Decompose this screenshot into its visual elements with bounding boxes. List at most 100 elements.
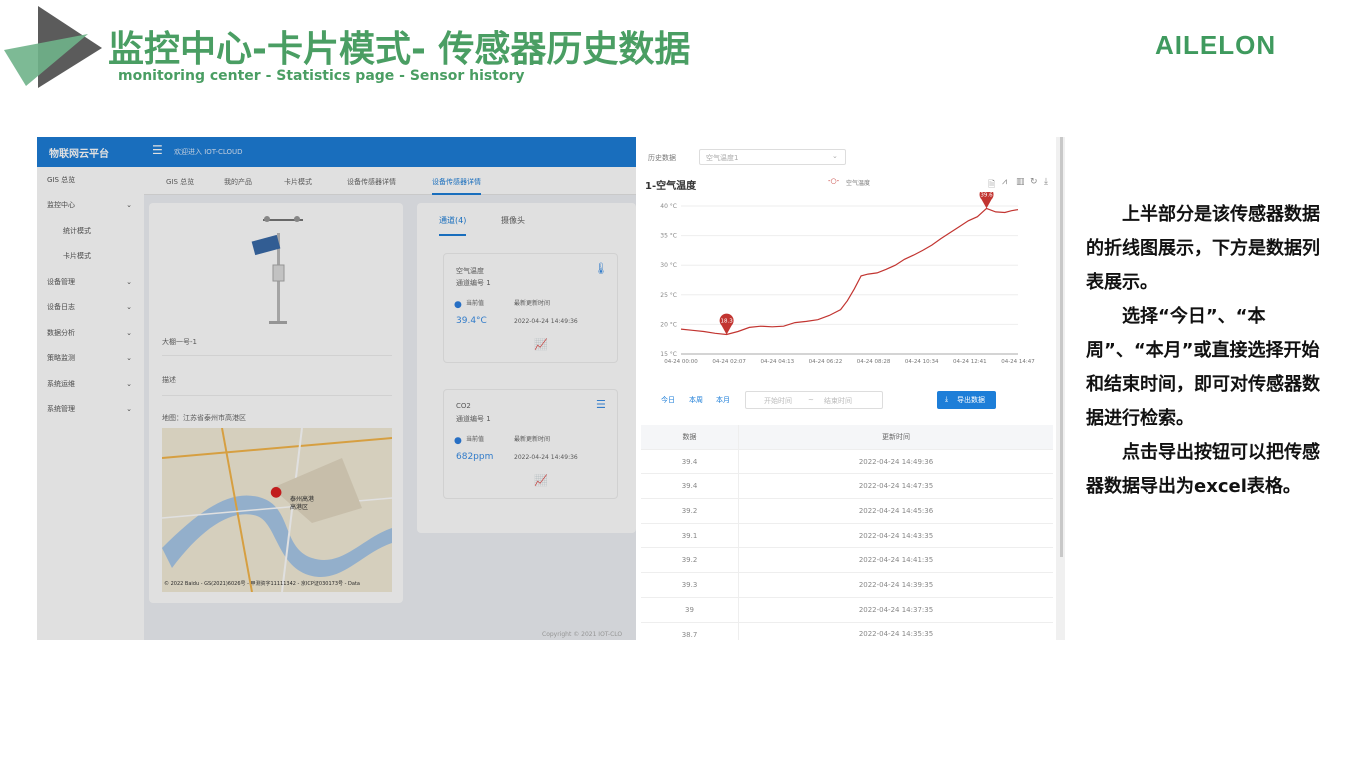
quick-today[interactable]: 今日 [661,395,675,405]
cell-value: 39.1 [641,523,739,548]
sensor-time: 2022-04-24 14:49:36 [514,318,578,325]
scrollbar[interactable] [1056,137,1065,640]
device-desc-label: 描述 [162,376,176,384]
slide-subtitle: monitoring center - Statistics page - Se… [118,68,525,84]
cell-time: 2022-04-24 14:35:35 [858,630,934,639]
x-tick-label: 04-24 00:00 [664,359,698,365]
description-paragraph-2: 选择“今日”、“本周”、“本月”或直接选择开始和结束时间，即可对传感器数据进行检… [1086,306,1320,429]
sidebar-item-ops[interactable]: 系统运维 ⌄ [37,371,144,397]
date-range-picker[interactable]: 开始时间 ~ 结束时间 [745,391,883,409]
cell-value: 39.3 [641,573,739,597]
tab-channels[interactable]: 通道(4) [439,215,467,236]
thermometer-icon: 🌡 [594,262,608,275]
start-time-input[interactable]: 开始时间 [764,396,792,406]
bar-switch-icon[interactable]: ▥ [1016,177,1025,187]
scrollbar-thumb[interactable] [1060,137,1063,557]
sidebar-item-card-mode[interactable]: 卡片模式 [37,244,144,270]
quick-week[interactable]: 本周 [689,395,703,405]
sidebar-item-monitor[interactable]: 监控中心 ⌄ [37,193,144,219]
table-row: 39.1 2022-04-24 14:43:35 [641,523,1053,549]
sidebar: GIS 总览 监控中心 ⌄ 统计模式 卡片模式 设备管理 ⌄ 设备日志 ⌄ 数据分析 ⌄… [37,167,144,640]
sensor-time: 2022-04-24 14:49:36 [514,454,578,461]
main-app-panel: 物联网云平台 ☰ 欢迎进入 IOT-CLOUD GIS 总览 监控中心 ⌄ 统计模… [37,137,636,640]
sensor-value: 39.4°C [456,316,487,326]
line-chart-icon[interactable]: 📈 [534,474,548,487]
app-logo[interactable]: 物联网云平台 [49,145,109,160]
sidebar-item-system[interactable]: 系统管理 ⌄ [37,397,144,423]
cell-time: 2022-04-24 14:39:35 [858,580,934,589]
table-row: 39.3 2022-04-24 14:39:35 [641,573,1053,598]
legend-marker-icon[interactable]: -○- [828,177,839,185]
history-select-label: 历史数据 [648,154,676,162]
map-shapes [162,428,392,592]
chevron-down-icon: ⌄ [832,152,838,160]
chevron-down-icon: ⌄ [126,277,132,286]
chevron-down-icon: ⌄ [126,201,132,210]
range-separator: ~ [808,396,814,404]
min-marker-label: 18.3 [720,318,733,324]
quick-month[interactable]: 本月 [716,395,730,405]
tab-sensor-detail-2[interactable]: 设备传感器详情 [432,177,481,195]
copyright-text: Copyright © 2021 IOT-CLO [542,631,623,638]
cell-value: 39.2 [641,499,739,523]
cell-time: 2022-04-24 14:49:36 [858,457,934,466]
export-button[interactable]: ⤓ 导出数据 [937,391,996,409]
cell-time: 2022-04-24 14:37:35 [858,605,934,614]
brand-logo: AILELON [1155,30,1277,60]
table-row: 38.7 2022-04-24 14:35:35 [641,622,1053,640]
legend-label[interactable]: 空气温度 [846,178,870,187]
tab-gis[interactable]: GIS 总览 [166,177,194,187]
cell-value: 39 [641,597,739,622]
status-dot-icon: ● [454,436,462,446]
sidebar-item-policy[interactable]: 策略监测 ⌄ [37,346,144,372]
sidebar-item-logs[interactable]: 设备日志 ⌄ [37,295,144,321]
sensor-panel: 通道(4) 摄像头 空气温度 通道编号 1 🌡 ● 当前值 最新更新时间 39.… [417,203,636,533]
series-line [680,207,1019,336]
download-icon[interactable]: ⤓ [1044,177,1048,187]
y-tick-label: 20 °C [660,321,677,328]
table-row: 39 2022-04-24 14:37:35 [641,597,1053,623]
chevron-down-icon: ⌄ [126,354,132,363]
cell-time: 2022-04-24 14:41:35 [858,556,934,565]
history-modal: 历史数据 空气温度1 ⌄ 1-空气温度 -○- 空气温度 🗎 ⩘ ▥ ↻ ⤓ 1… [636,137,1056,640]
status-dot-icon: ● [454,300,462,310]
cell-time: 2022-04-24 14:43:35 [858,531,934,540]
sensor-card-co2[interactable]: CO2 通道编号 1 ☰ ● 当前值 最新更新时间 682ppm 2022-04… [443,389,618,499]
temperature-line-chart: 15 °C 20 °C 25 °C 30 °C 35 °C 40 °C 04-24 00:0… [660,192,1035,365]
line-chart-icon[interactable]: 📈 [534,338,548,351]
sidebar-item-devices[interactable]: 设备管理 ⌄ [37,269,144,295]
tab-products[interactable]: 我的产品 [224,177,252,187]
data-view-icon[interactable]: 🗎 [988,177,995,193]
cell-value: 39.2 [641,548,739,573]
sidebar-item-statistics[interactable]: 统计模式 [37,218,144,244]
device-name: 大棚一号-1 [162,338,197,346]
line-switch-icon[interactable]: ⩘ [1002,177,1007,187]
device-card: 大棚一号-1 描述 地图：江苏省泰州市高港区 ● 泰州高港 高港区 © 2022… [149,203,403,603]
chart-title: 1-空气温度 [645,181,697,192]
cell-value: 38.7 [641,622,739,640]
map-marker-icon[interactable]: ● [270,484,282,500]
baidu-map[interactable]: ● 泰州高港 高港区 © 2022 Baidu - GS(2021)6026号 … [162,428,392,592]
end-time-input[interactable]: 结束时间 [824,396,852,406]
description-text: 上半部分是该传感器数据的折线图展示，下方是数据列表展示。 选择“今日”、“本周”… [1086,198,1321,504]
chevron-down-icon: ⌄ [126,303,132,312]
tab-sensor-detail-1[interactable]: 设备传感器详情 [347,177,396,187]
refresh-icon[interactable]: ↻ [1030,177,1038,187]
y-tick-label: 15 °C [660,351,677,358]
x-tick-label: 04-24 04:13 [760,359,794,365]
sensor-select[interactable]: 空气温度1 ⌄ [699,149,846,165]
tab-cameras[interactable]: 摄像头 [501,215,525,226]
description-paragraph-3: 点击导出按钮可以把传感器数据导出为excel表格。 [1086,442,1320,497]
tab-card-mode[interactable]: 卡片模式 [284,177,312,187]
sidebar-item-analysis[interactable]: 数据分析 ⌄ [37,320,144,346]
cell-time: 2022-04-24 14:45:36 [858,506,934,515]
device-address: 地图：江苏省泰州市高港区 [162,414,246,422]
table-header: 数据 更新时间 [641,425,1053,450]
y-tick-label: 40 °C [660,203,677,210]
menu-toggle-icon[interactable]: ☰ [152,143,163,157]
sensor-card-temp[interactable]: 空气温度 通道编号 1 🌡 ● 当前值 最新更新时间 39.4°C 2022-0… [443,253,618,363]
corner-triangles-decoration [4,6,102,88]
cell-time: 2022-04-24 14:47:35 [858,482,934,491]
sidebar-item-gis[interactable]: GIS 总览 [37,167,144,193]
map-label-district: 高港区 [290,504,309,511]
